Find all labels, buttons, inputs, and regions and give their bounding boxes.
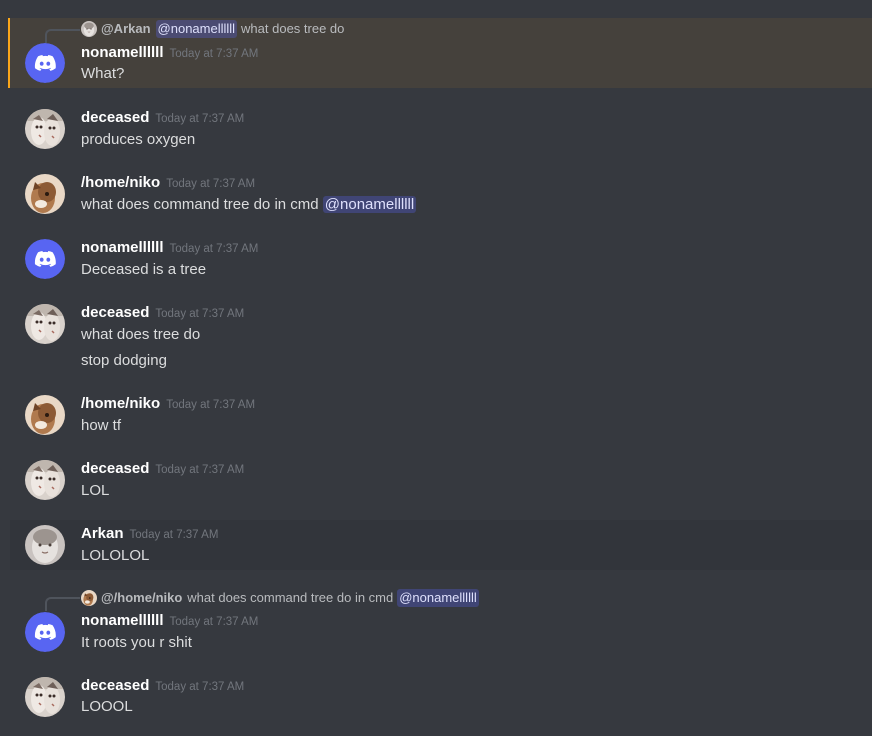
message-header: Arkan Today at 7:37 AM bbox=[81, 524, 218, 545]
reply-spine bbox=[45, 597, 80, 611]
message[interactable]: deceased Today at 7:37 AM what does tree … bbox=[10, 301, 872, 377]
message-header: deceased Today at 7:37 AM bbox=[81, 459, 244, 480]
deceased-avatar[interactable] bbox=[25, 304, 65, 344]
timestamp: Today at 7:37 AM bbox=[155, 308, 245, 320]
username[interactable]: deceased bbox=[81, 460, 149, 477]
message-text: what does tree do bbox=[81, 326, 201, 343]
username[interactable]: deceased bbox=[81, 677, 149, 694]
deceased-avatar[interactable] bbox=[25, 109, 65, 149]
timestamp: Today at 7:37 AM bbox=[166, 178, 256, 190]
message-header: /home/niko Today at 7:37 AM bbox=[81, 394, 255, 415]
message-text: what does command tree do in cmd @noname… bbox=[81, 195, 417, 215]
timestamp: Today at 7:37 AM bbox=[169, 243, 259, 255]
niko-avatar[interactable] bbox=[25, 174, 65, 214]
niko-avatar bbox=[81, 590, 97, 606]
discord-logo-icon[interactable] bbox=[25, 612, 65, 652]
message-header: /home/niko Today at 7:37 AM bbox=[81, 173, 255, 194]
reply-author[interactable]: @/home/niko bbox=[101, 589, 182, 607]
reply-text: what does command tree do in cmd bbox=[187, 590, 394, 605]
mention[interactable]: @nonamellllll bbox=[155, 20, 238, 38]
message-text: LOLOLOL bbox=[81, 547, 150, 564]
message-header: deceased Today at 7:37 AM bbox=[81, 303, 244, 324]
message-header: nonamellllll Today at 7:37 AM bbox=[81, 43, 258, 64]
timestamp: Today at 7:37 AM bbox=[129, 529, 219, 541]
message-header: deceased Today at 7:37 AM bbox=[81, 108, 244, 129]
timestamp: Today at 7:37 AM bbox=[169, 616, 259, 628]
username[interactable]: /home/niko bbox=[81, 395, 160, 412]
arkan-avatar[interactable] bbox=[25, 525, 65, 565]
timestamp: Today at 7:37 AM bbox=[169, 48, 259, 60]
username[interactable]: /home/niko bbox=[81, 174, 160, 191]
reply-preview[interactable]: @/home/niko what does command tree do in… bbox=[81, 589, 483, 607]
message[interactable]: Arkan Today at 7:37 AM LOLOLOL bbox=[10, 520, 872, 570]
username[interactable]: nonamellllll bbox=[81, 239, 164, 256]
arkan-avatar bbox=[81, 21, 97, 37]
mention[interactable]: @nonamellllll bbox=[322, 196, 417, 213]
message[interactable]: deceased Today at 7:37 AM LOOOL bbox=[10, 674, 872, 724]
deceased-avatar[interactable] bbox=[25, 460, 65, 500]
niko-avatar[interactable] bbox=[25, 395, 65, 435]
message[interactable]: nonamellllll Today at 7:37 AM Deceased is… bbox=[10, 236, 872, 286]
message-text: produces oxygen bbox=[81, 131, 196, 148]
message-text: It roots you r shit bbox=[81, 634, 192, 651]
username[interactable]: nonamellllll bbox=[81, 44, 164, 61]
message[interactable]: /home/niko Today at 7:37 AM how tf bbox=[10, 392, 872, 442]
username[interactable]: deceased bbox=[81, 304, 149, 321]
message[interactable]: @/home/niko what does command tree do in… bbox=[10, 586, 872, 658]
message-text-content: what does command tree do in cmd bbox=[81, 196, 319, 213]
message[interactable]: /home/niko Today at 7:37 AM what does com… bbox=[10, 171, 872, 221]
deceased-avatar[interactable] bbox=[25, 677, 65, 717]
reply-author[interactable]: @Arkan bbox=[101, 20, 151, 38]
timestamp: Today at 7:37 AM bbox=[155, 113, 245, 125]
username[interactable]: deceased bbox=[81, 109, 149, 126]
message[interactable]: @Arkan @nonamellllll what does tree do n… bbox=[8, 18, 872, 88]
timestamp: Today at 7:37 AM bbox=[155, 681, 245, 693]
message-header: nonamellllll Today at 7:37 AM bbox=[81, 611, 258, 632]
timestamp: Today at 7:37 AM bbox=[166, 399, 256, 411]
chat-messages: @Arkan @nonamellllll what does tree do n… bbox=[0, 0, 872, 736]
message[interactable]: deceased Today at 7:37 AM LOL bbox=[10, 457, 872, 507]
mention[interactable]: @nonamellllll bbox=[397, 589, 479, 607]
reply-preview[interactable]: @Arkan @nonamellllll what does tree do bbox=[81, 20, 344, 38]
message-header: nonamellllll Today at 7:37 AM bbox=[81, 238, 258, 259]
message[interactable]: deceased Today at 7:37 AM produces oxygen bbox=[10, 106, 872, 156]
message-text: stop dodging bbox=[81, 352, 167, 369]
reply-spine bbox=[45, 29, 80, 43]
message-text: LOL bbox=[81, 482, 110, 499]
message-header: deceased Today at 7:37 AM bbox=[81, 676, 244, 697]
reply-text: what does tree do bbox=[241, 21, 345, 36]
timestamp: Today at 7:37 AM bbox=[155, 464, 245, 476]
message-text: LOOOL bbox=[81, 698, 133, 715]
discord-logo-icon[interactable] bbox=[25, 43, 65, 83]
message-text: What? bbox=[81, 65, 125, 82]
message-text: how tf bbox=[81, 417, 122, 434]
username[interactable]: Arkan bbox=[81, 525, 124, 542]
username[interactable]: nonamellllll bbox=[81, 612, 164, 629]
message-text: Deceased is a tree bbox=[81, 261, 207, 278]
discord-logo-icon[interactable] bbox=[25, 239, 65, 279]
